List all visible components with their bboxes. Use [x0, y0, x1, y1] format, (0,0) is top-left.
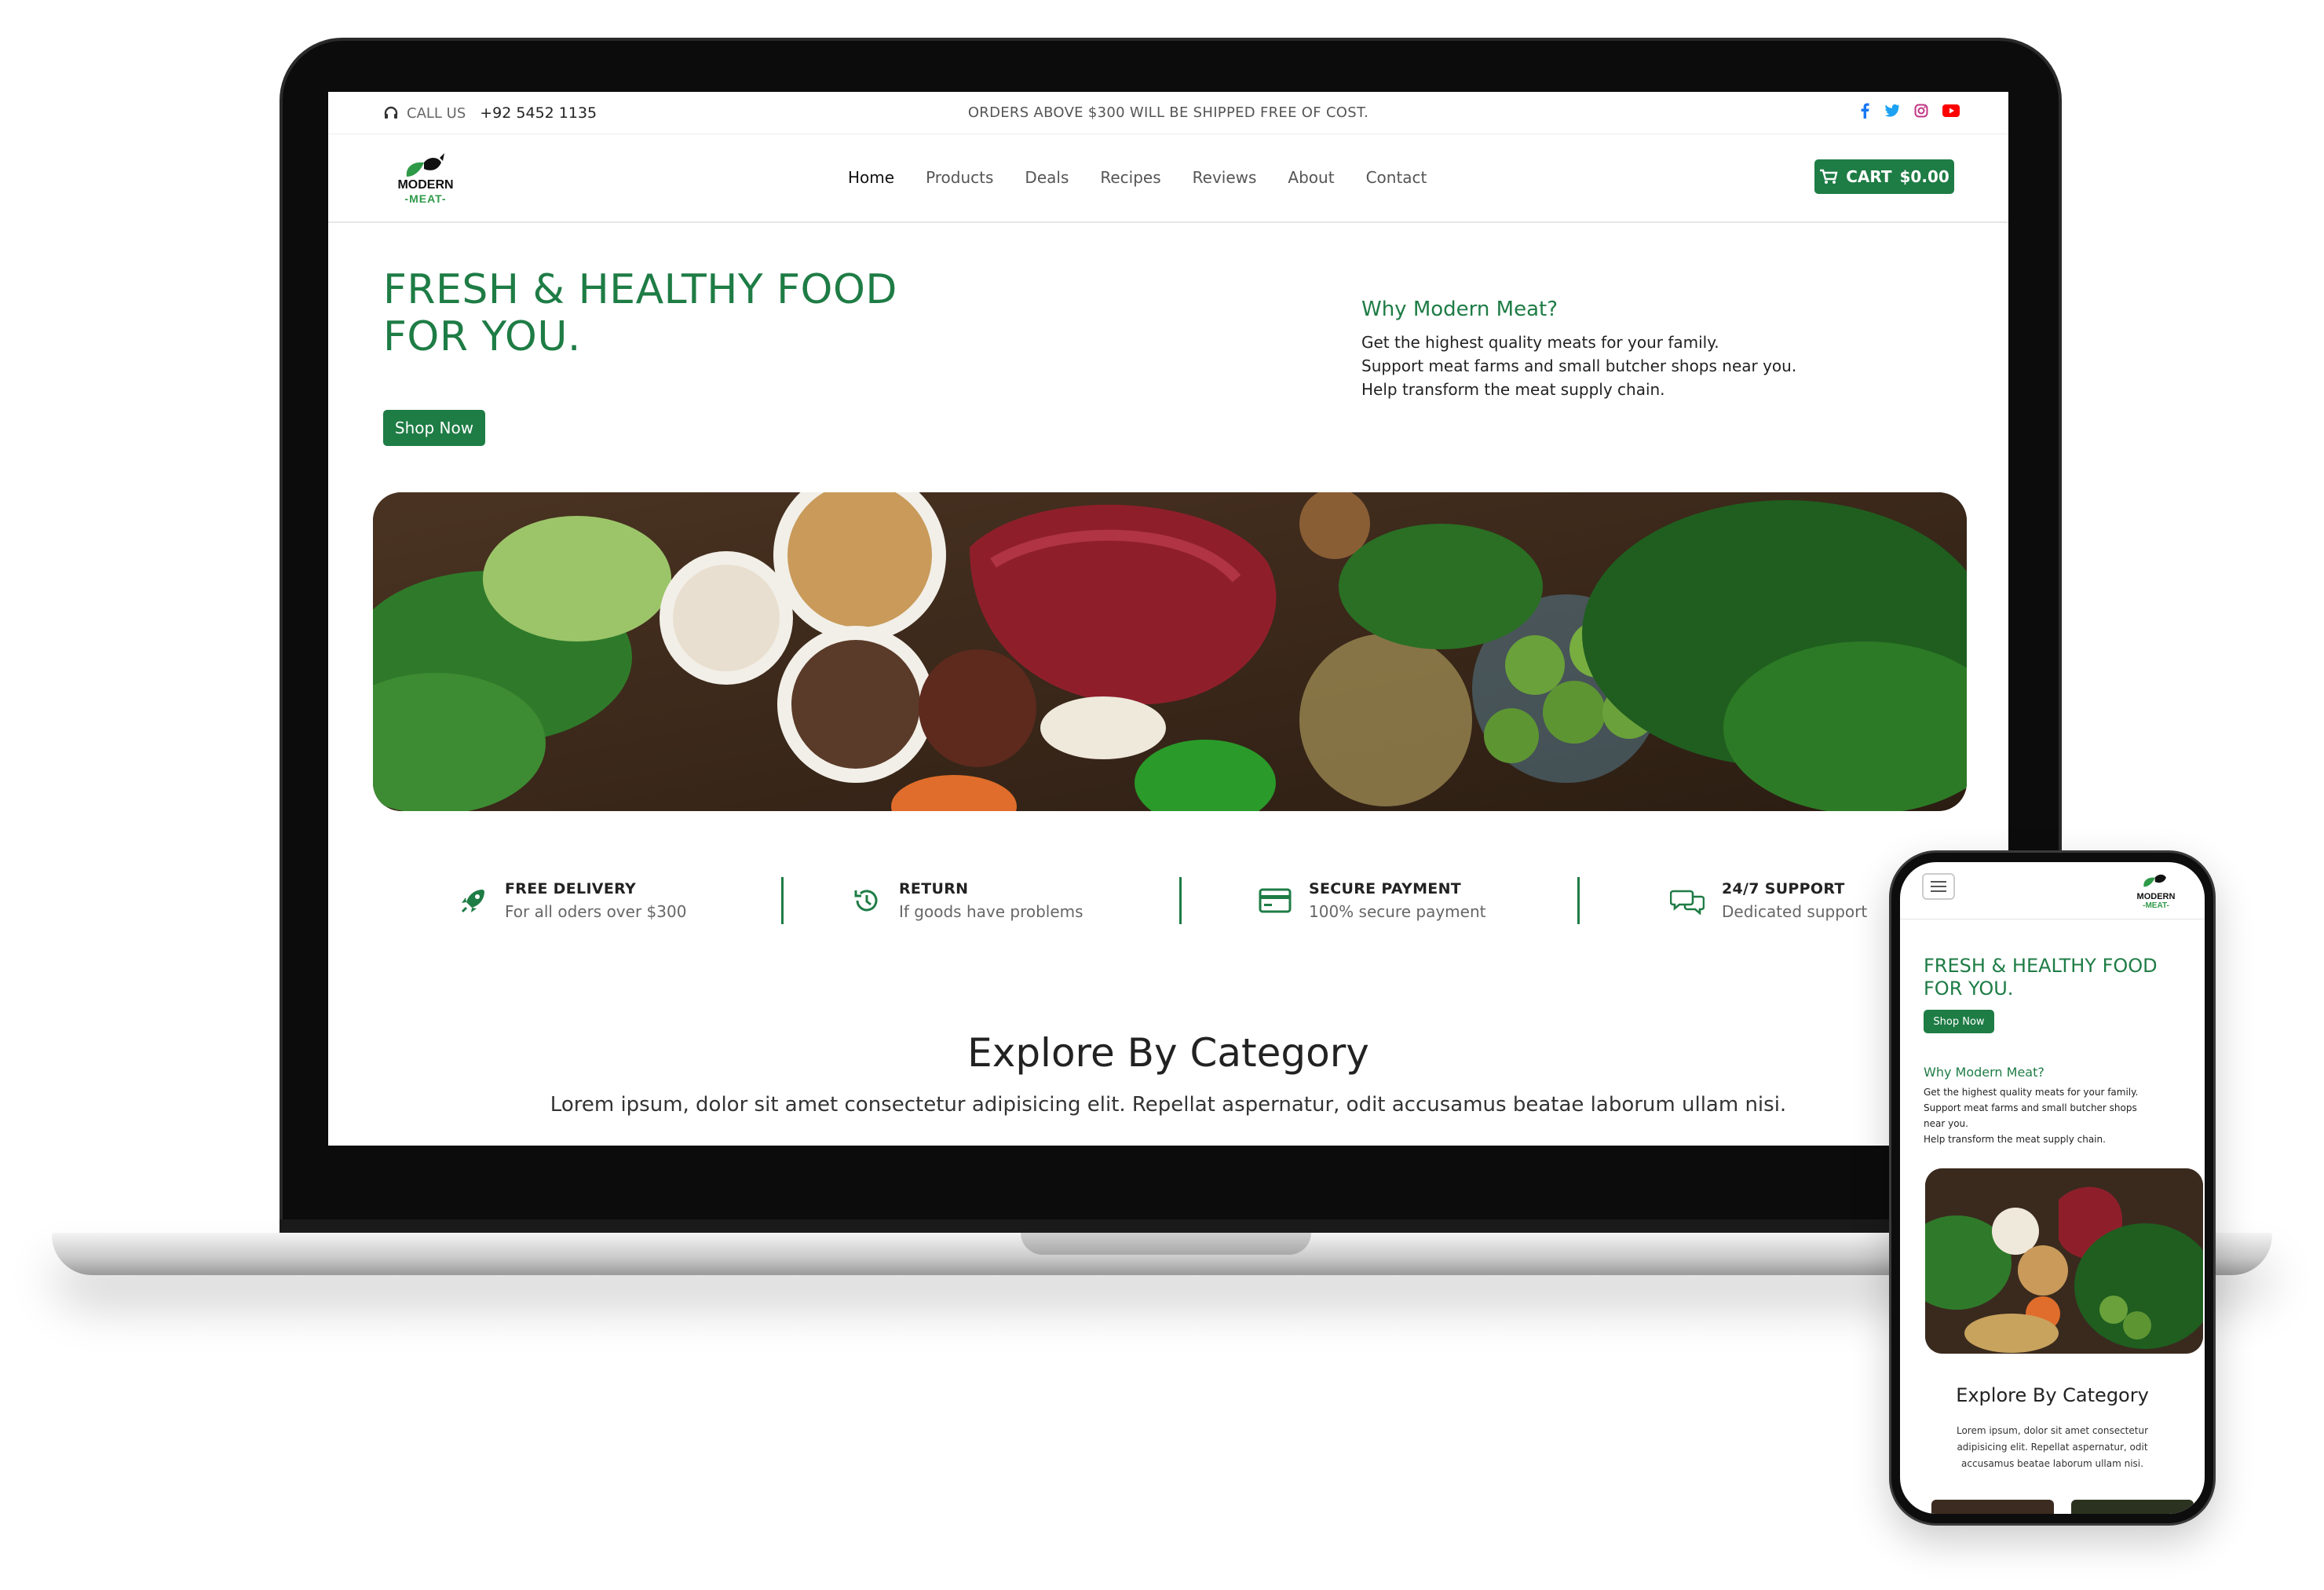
feature-text: FREE DELIVERY For all oders over $300 — [505, 880, 686, 921]
feature-subtitle: Dedicated support — [1722, 902, 1868, 921]
feature-subtitle: For all oders over $300 — [505, 902, 687, 921]
cart-button[interactable]: CART $0.00 — [1814, 159, 1954, 194]
cart-label: CART — [1846, 167, 1892, 186]
nav-links: Home Products Deals Recipes Reviews Abou… — [848, 168, 1427, 187]
feature-return: RETURN If goods have problems — [852, 869, 1083, 932]
top-bar: CALL US +92 5452 1135 ORDERS ABOVE $300 … — [328, 92, 2008, 134]
shop-now-button[interactable]: Shop Now — [383, 410, 485, 446]
mobile-brand-logo[interactable]: MODERN -MEAT- — [2132, 872, 2180, 910]
food-photo — [373, 492, 1967, 811]
brand-line2: -MEAT- — [404, 192, 447, 205]
brand-line1: MODERN — [397, 178, 454, 192]
youtube-icon[interactable] — [1942, 104, 1960, 117]
nav-recipes[interactable]: Recipes — [1100, 168, 1160, 187]
feature-text: RETURN If goods have problems — [899, 880, 1083, 921]
feature-divider — [781, 877, 784, 924]
explore-title: Explore By Category — [967, 1030, 1369, 1076]
feature-title: 24/7 SUPPORT — [1722, 880, 1845, 897]
category-card[interactable] — [1931, 1500, 2054, 1514]
mobile-explore-line-1: Lorem ipsum, dolor sit amet consectetur — [1956, 1425, 2149, 1436]
why-title: Why Modern Meat? — [1361, 298, 1558, 321]
feature-text: SECURE PAYMENT 100% secure payment — [1309, 880, 1485, 921]
explore-subtitle: Lorem ipsum, dolor sit amet consectetur … — [550, 1093, 1787, 1117]
why-line-2: Support meat farms and small butcher sho… — [1361, 356, 1797, 375]
feature-divider — [1577, 877, 1580, 924]
facebook-icon[interactable] — [1859, 103, 1870, 119]
nav-products[interactable]: Products — [926, 168, 993, 187]
mobile-why-line-2: Support meat farms and small butcher sho… — [1924, 1102, 2137, 1113]
nav-deals[interactable]: Deals — [1025, 168, 1069, 187]
mobile-banner-image — [1925, 1168, 2203, 1354]
desktop-website: CALL US +92 5452 1135 ORDERS ABOVE $300 … — [328, 92, 2008, 1146]
mobile-website: MODERN -MEAT- FRESH & HEALTHY FOOD FOR Y… — [1900, 862, 2205, 1514]
brand-line2: -MEAT- — [2143, 901, 2169, 910]
history-icon — [854, 890, 878, 912]
hero-title: FRESH & HEALTHY FOOD FOR YOU. — [383, 266, 897, 360]
feature-text: 24/7 SUPPORT Dedicated support — [1722, 880, 1867, 921]
cart-icon — [1820, 169, 1838, 184]
hero-title-line1: FRESH & HEALTHY FOOD — [383, 266, 897, 313]
nav-about[interactable]: About — [1288, 168, 1334, 187]
leaf-bull-icon — [406, 153, 444, 177]
feature-title: SECURE PAYMENT — [1309, 880, 1462, 897]
hamburger-menu-icon[interactable] — [1922, 873, 1955, 900]
nav-reviews[interactable]: Reviews — [1193, 168, 1257, 187]
why-line-1: Get the highest quality meats for your f… — [1361, 333, 1719, 352]
category-card[interactable] — [2071, 1500, 2194, 1514]
shipping-notice: ORDERS ABOVE $300 WILL BE SHIPPED FREE O… — [967, 104, 1369, 121]
mobile-hero-title: FRESH & HEALTHY FOOD FOR YOU. — [1924, 955, 2158, 1000]
mobile-explore-title: Explore By Category — [1956, 1384, 2149, 1406]
twitter-icon[interactable] — [1884, 104, 1900, 118]
cart-amount: $0.00 — [1899, 167, 1949, 186]
feature-title: RETURN — [899, 880, 969, 897]
instagram-icon[interactable] — [1914, 104, 1928, 118]
mobile-why-line-1: Get the highest quality meats for your f… — [1924, 1087, 2139, 1098]
food-photo — [1925, 1168, 2203, 1354]
main-navbar: MODERN -MEAT- Home Products Deals Recipe… — [328, 134, 2008, 223]
mobile-why-line-3: near you. — [1924, 1118, 1968, 1129]
why-modern-meat: Why Modern Meat? Get the highest quality… — [1361, 298, 1796, 401]
nav-contact[interactable]: Contact — [1366, 168, 1427, 187]
feature-subtitle: If goods have problems — [899, 902, 1083, 921]
credit-card-icon — [1259, 888, 1292, 913]
rocket-icon — [461, 890, 484, 913]
feature-secure-payment: SECURE PAYMENT 100% secure payment — [1259, 869, 1485, 932]
brand-line1: MODERN — [2136, 892, 2176, 901]
mobile-why-title: Why Modern Meat? — [1924, 1065, 2044, 1080]
hero-title-line2: FOR YOU. — [383, 313, 581, 360]
feature-title: FREE DELIVERY — [505, 880, 637, 897]
social-links — [1859, 103, 1960, 119]
laptop-notch — [1021, 1233, 1311, 1255]
mobile-why-line-4: Help transform the meat supply chain. — [1924, 1134, 2106, 1145]
mobile-hero-line2: FOR YOU. — [1924, 978, 2014, 1000]
mobile-why-section: Why Modern Meat? Get the highest quality… — [1924, 1065, 2191, 1147]
feature-support: 24/7 SUPPORT Dedicated support — [1670, 869, 1867, 932]
mobile-shop-now-button[interactable]: Shop Now — [1924, 1010, 1994, 1033]
leaf-bull-icon — [2143, 874, 2166, 887]
mobile-explore-subtitle: Lorem ipsum, dolor sit amet consectetur … — [1916, 1423, 2189, 1472]
why-line-3: Help transform the meat supply chain. — [1361, 380, 1665, 399]
mobile-explore-line-2: adipisicing elit. Repellat aspernatur, o… — [1957, 1442, 2148, 1453]
mobile-explore-line-3: accusamus beatae laborum ullam nisi. — [1961, 1458, 2143, 1469]
feature-divider — [1179, 877, 1182, 924]
hero-banner-image — [373, 492, 1967, 811]
chat-icon — [1670, 890, 1705, 915]
mobile-hero-line1: FRESH & HEALTHY FOOD — [1924, 955, 2158, 977]
features-row: FREE DELIVERY For all oders over $300 RE… — [373, 869, 1967, 932]
feature-subtitle: 100% secure payment — [1309, 902, 1486, 921]
brand-logo[interactable]: MODERN -MEAT- — [393, 153, 459, 205]
nav-home[interactable]: Home — [848, 168, 894, 187]
feature-free-delivery: FREE DELIVERY For all oders over $300 — [459, 869, 686, 932]
